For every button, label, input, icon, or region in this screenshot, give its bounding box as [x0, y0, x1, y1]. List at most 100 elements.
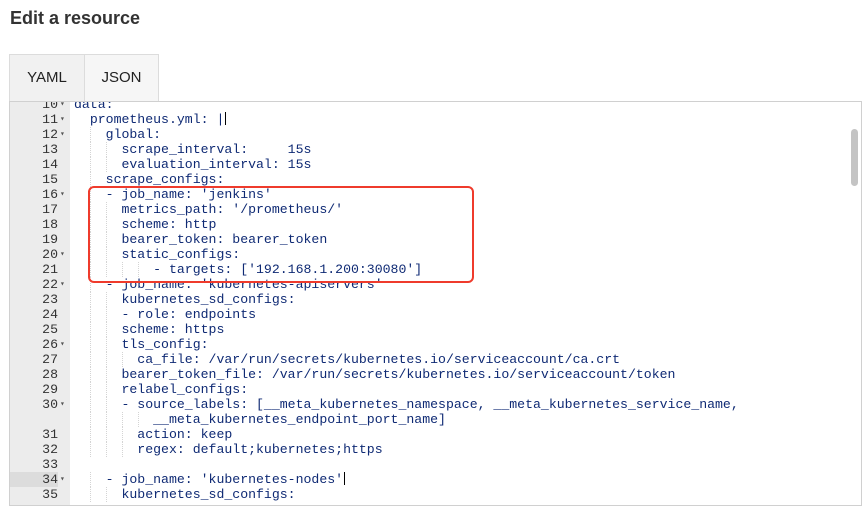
- fold-toggle-icon[interactable]: ▾: [60, 112, 65, 127]
- line-number: 26: [42, 337, 58, 352]
- line-number: 19: [42, 232, 58, 247]
- code-text-content: action: keep: [74, 427, 233, 442]
- code-text: - role: endpoints: [74, 307, 256, 322]
- code-text-content: - job_name: 'kubernetes-nodes': [74, 472, 344, 487]
- code-text: prometheus.yml: |: [74, 112, 227, 127]
- tab-yaml[interactable]: YAML: [9, 54, 85, 101]
- code-text-content: evaluation_interval: 15s: [74, 157, 312, 172]
- line-number: 22: [42, 277, 58, 292]
- line-number: 33: [42, 457, 58, 472]
- code-text: data:: [74, 101, 114, 112]
- line-number: 29: [42, 382, 58, 397]
- code-line[interactable]: 34 ▾ - job_name: 'kubernetes-nodes': [10, 472, 861, 487]
- fold-toggle-icon[interactable]: ▾: [60, 277, 65, 292]
- code-text-content: - source_labels: [__meta_kubernetes_name…: [74, 397, 739, 412]
- code-line[interactable]: 30 ▾ - source_labels: [__meta_kubernetes_…: [10, 397, 861, 412]
- text-cursor: [344, 472, 346, 485]
- code-text: ca_file: /var/run/secrets/kubernetes.io/…: [74, 352, 620, 367]
- code-text: __meta_kubernetes_endpoint_port_name]: [74, 412, 446, 427]
- line-number: 24: [42, 307, 58, 322]
- code-line[interactable]: 32 regex: default;kubernetes;https: [10, 442, 861, 457]
- code-text-content: bearer_token_file: /var/run/secrets/kube…: [74, 367, 676, 382]
- code-text: - source_labels: [__meta_kubernetes_name…: [74, 397, 739, 412]
- fold-toggle-icon[interactable]: ▾: [60, 187, 65, 202]
- code-text: relabel_configs:: [74, 382, 248, 397]
- format-tabs: YAML JSON: [9, 54, 159, 101]
- code-text-content: scrape_interval: 15s: [74, 142, 312, 157]
- code-text: scrape_configs:: [74, 172, 225, 187]
- code-text-content: scrape_configs:: [74, 172, 225, 187]
- code-line[interactable]: 23 kubernetes_sd_configs:: [10, 292, 861, 307]
- text-cursor: [225, 112, 227, 125]
- code-line[interactable]: 26 ▾ tls_config:: [10, 337, 861, 352]
- line-number: 18: [42, 217, 58, 232]
- code-text-content: prometheus.yml: |: [74, 112, 225, 127]
- code-line[interactable]: 25 scheme: https: [10, 322, 861, 337]
- line-number: 25: [42, 322, 58, 337]
- line-number: 16: [42, 187, 58, 202]
- code-text: scheme: https: [74, 322, 224, 337]
- code-text-content: regex: default;kubernetes;https: [74, 442, 383, 457]
- code-line[interactable]: 33: [10, 457, 861, 472]
- fold-toggle-icon[interactable]: ▾: [60, 127, 65, 142]
- code-line[interactable]: 27 ca_file: /var/run/secrets/kubernetes.…: [10, 352, 861, 367]
- line-number: 14: [42, 157, 58, 172]
- line-number: 30: [42, 397, 58, 412]
- fold-toggle-icon[interactable]: ▾: [60, 397, 65, 412]
- code-line[interactable]: 28 bearer_token_file: /var/run/secrets/k…: [10, 367, 861, 382]
- code-text-content: kubernetes_sd_configs:: [74, 487, 296, 502]
- code-text: scrape_interval: 15s: [74, 142, 311, 157]
- line-number: 23: [42, 292, 58, 307]
- line-number: 32: [42, 442, 58, 457]
- line-number: 17: [42, 202, 58, 217]
- code-line[interactable]: 14 evaluation_interval: 15s: [10, 157, 861, 172]
- line-number: 13: [42, 142, 58, 157]
- code-text-content: __meta_kubernetes_endpoint_port_name]: [74, 412, 446, 427]
- code-text-content: global:: [74, 127, 162, 142]
- line-number: 15: [42, 172, 58, 187]
- fold-toggle-icon[interactable]: ▾: [60, 337, 65, 352]
- line-number: 31: [42, 427, 58, 442]
- vertical-scrollbar[interactable]: [851, 129, 858, 186]
- tab-json[interactable]: JSON: [85, 54, 159, 101]
- code-text-content: ca_file: /var/run/secrets/kubernetes.io/…: [74, 352, 621, 367]
- code-text-content: kubernetes_sd_configs:: [74, 292, 296, 307]
- code-text: action: keep: [74, 427, 232, 442]
- code-line[interactable]: 29 relabel_configs:: [10, 382, 861, 397]
- code-text: kubernetes_sd_configs:: [74, 487, 296, 502]
- code-line[interactable]: __meta_kubernetes_endpoint_port_name]: [10, 412, 861, 427]
- line-number: 20: [42, 247, 58, 262]
- code-line[interactable]: 10 ▾ data:: [10, 101, 861, 112]
- line-number: 27: [42, 352, 58, 367]
- code-line[interactable]: 13 scrape_interval: 15s: [10, 142, 861, 157]
- line-number: 28: [42, 367, 58, 382]
- code-line[interactable]: 31 action: keep: [10, 427, 861, 442]
- code-line[interactable]: 35 kubernetes_sd_configs:: [10, 487, 861, 502]
- line-number: 12: [42, 127, 58, 142]
- code-text: kubernetes_sd_configs:: [74, 292, 296, 307]
- jenkins-job-highlight-box: [88, 186, 474, 283]
- line-number: 35: [42, 487, 58, 502]
- code-text-content: tls_config:: [74, 337, 209, 352]
- code-text-content: - role: endpoints: [74, 307, 257, 322]
- fold-toggle-icon[interactable]: ▾: [60, 472, 65, 487]
- code-text-content: data:: [74, 101, 114, 112]
- code-text-content: relabel_configs:: [74, 382, 249, 397]
- code-text: tls_config:: [74, 337, 209, 352]
- code-line[interactable]: 12 ▾ global:: [10, 127, 861, 142]
- fold-toggle-icon[interactable]: ▾: [60, 102, 65, 112]
- code-line[interactable]: 11 ▾ prometheus.yml: |: [10, 112, 861, 127]
- line-number: 34: [10, 472, 58, 487]
- line-number: 11: [42, 112, 58, 127]
- line-number: 10: [42, 101, 58, 112]
- code-text: bearer_token_file: /var/run/secrets/kube…: [74, 367, 675, 382]
- code-line[interactable]: 24 - role: endpoints: [10, 307, 861, 322]
- code-line[interactable]: 15 scrape_configs:: [10, 172, 861, 187]
- code-text: global:: [74, 127, 161, 142]
- editor-lines[interactable]: 10 ▾ data: 11 ▾ prometheus.yml: | 12 ▾ global:…: [10, 101, 861, 502]
- line-number: 21: [42, 262, 58, 277]
- code-editor[interactable]: 10 ▾ data: 11 ▾ prometheus.yml: | 12 ▾ global:…: [9, 101, 862, 506]
- code-text-content: scheme: https: [74, 322, 225, 337]
- code-text: - job_name: 'kubernetes-nodes': [74, 472, 346, 487]
- fold-toggle-icon[interactable]: ▾: [60, 247, 65, 262]
